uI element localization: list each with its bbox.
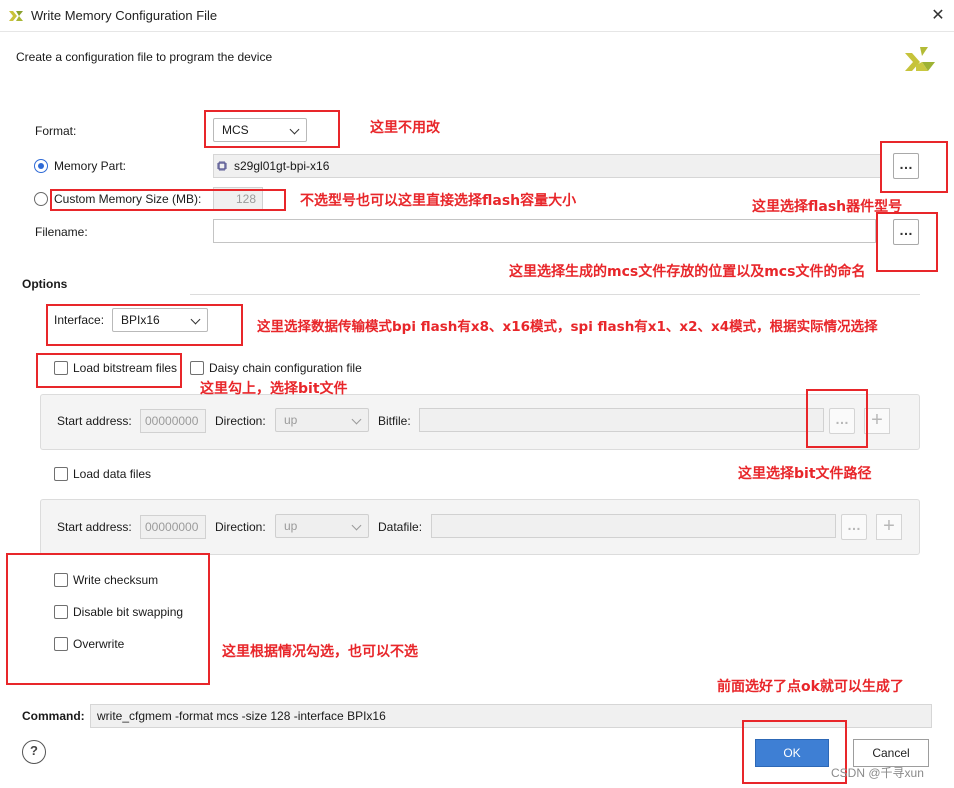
xilinx-logo-icon bbox=[905, 47, 935, 71]
datafile-browse-button[interactable]: … bbox=[841, 514, 867, 540]
memory-part-radio[interactable] bbox=[34, 159, 48, 173]
datafile-add-button[interactable]: + bbox=[876, 514, 902, 540]
datafile-input[interactable] bbox=[431, 514, 836, 538]
data-start-value: 00000000 bbox=[145, 520, 199, 534]
filename-input[interactable] bbox=[213, 219, 876, 243]
bitstream-start-label: Start address: bbox=[57, 414, 132, 428]
data-direction-value: up bbox=[284, 519, 298, 533]
annotation-box-bitfile-browse bbox=[806, 389, 868, 448]
annotation-bitfile-note: 这里选择bit文件路径 bbox=[738, 466, 872, 482]
options-divider bbox=[190, 294, 920, 295]
annotation-box-filename-browse bbox=[876, 212, 938, 272]
annotation-box-options bbox=[6, 553, 210, 685]
daisy-chain-checkbox[interactable] bbox=[190, 361, 204, 375]
datafile-label: Datafile: bbox=[378, 520, 423, 534]
command-value: write_cfgmem -format mcs -size 128 -inte… bbox=[97, 709, 386, 723]
annotation-box-memory-browse bbox=[880, 141, 948, 193]
memory-part-field[interactable]: s29gl01gt-bpi-x16 bbox=[213, 154, 882, 178]
annotation-filename-note: 这里选择生成的mcs文件存放的位置以及mcs文件的命名 bbox=[509, 264, 866, 280]
window-title: Write Memory Configuration File bbox=[31, 8, 218, 23]
chevron-down-icon bbox=[351, 520, 362, 531]
filename-label: Filename: bbox=[35, 225, 88, 239]
annotation-flash-part-note: 这里选择flash器件型号 bbox=[752, 199, 903, 215]
annotation-box-interface bbox=[46, 304, 243, 346]
daisy-chain-label: Daisy chain configuration file bbox=[209, 361, 362, 375]
annotation-box-format bbox=[204, 110, 340, 148]
memory-part-label: Memory Part: bbox=[54, 159, 127, 173]
bitfile-input[interactable] bbox=[419, 408, 824, 432]
data-start-label: Start address: bbox=[57, 520, 132, 534]
bitstream-start-value: 00000000 bbox=[145, 414, 199, 428]
annotation-format-note: 这里不用改 bbox=[370, 120, 440, 136]
data-direction-label: Direction: bbox=[215, 520, 266, 534]
load-data-checkbox[interactable] bbox=[54, 467, 68, 481]
bitfile-label: Bitfile: bbox=[378, 414, 411, 428]
annotation-options-note: 这里根据情况勾选，也可以不选 bbox=[222, 644, 418, 660]
chevron-down-icon bbox=[351, 414, 362, 425]
csdn-watermark: CSDN @千寻xun bbox=[831, 766, 924, 780]
annotation-bitstream-note: 这里勾上，选择bit文件 bbox=[200, 381, 348, 397]
options-heading: Options bbox=[22, 277, 68, 291]
bitstream-direction-value: up bbox=[284, 413, 298, 427]
memory-part-value: s29gl01gt-bpi-x16 bbox=[234, 159, 330, 173]
bitstream-start-input[interactable]: 00000000 bbox=[140, 409, 206, 433]
annotation-interface-note: 这里选择数据传输模式bpi flash有x8、x16模式，spi flash有x… bbox=[257, 319, 878, 335]
annotation-box-custom-size bbox=[50, 189, 286, 211]
data-start-input[interactable]: 00000000 bbox=[140, 515, 206, 539]
title-bar: Write Memory Configuration File ✕ bbox=[0, 0, 954, 32]
annotation-box-load-bitstream bbox=[36, 353, 182, 388]
annotation-ok-note: 前面选好了点ok就可以生成了 bbox=[717, 679, 904, 695]
app-logo-icon bbox=[9, 11, 23, 21]
dialog-subtitle: Create a configuration file to program t… bbox=[16, 50, 273, 64]
custom-size-radio[interactable] bbox=[34, 192, 48, 206]
chip-icon bbox=[217, 161, 227, 171]
cancel-button[interactable]: Cancel bbox=[853, 739, 929, 767]
bitstream-direction-label: Direction: bbox=[215, 414, 266, 428]
command-label: Command: bbox=[22, 709, 85, 723]
help-button[interactable]: ? bbox=[22, 740, 46, 764]
data-direction-select[interactable]: up bbox=[275, 514, 369, 538]
close-icon[interactable]: ✕ bbox=[928, 6, 948, 26]
annotation-size-note: 不选型号也可以这里直接选择flash容量大小 bbox=[300, 193, 577, 209]
bitstream-direction-select[interactable]: up bbox=[275, 408, 369, 432]
load-data-label: Load data files bbox=[73, 467, 152, 481]
format-label: Format: bbox=[35, 124, 77, 138]
